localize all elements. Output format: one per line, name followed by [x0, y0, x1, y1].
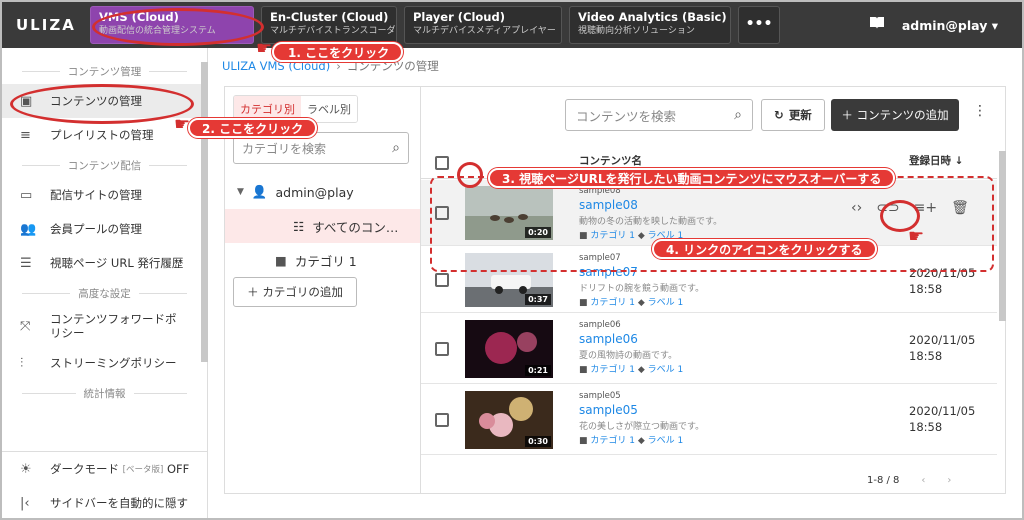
content-list-panel: コンテンツを検索 ⌕ ↻ 更新 ＋ コンテンツの追加 ⋮ コンテンツ名 登録日時 ↓…	[420, 86, 1006, 494]
collapse-icon: |‹	[20, 495, 30, 511]
tag-icon: ◆	[637, 298, 645, 308]
hover-cursor-marker	[457, 162, 483, 188]
add-content-button[interactable]: ＋ コンテンツの追加	[831, 99, 959, 131]
content-title-link[interactable]: sample05	[579, 403, 638, 417]
tree-category-1[interactable]: ■ カテゴリ 1	[225, 243, 421, 277]
refresh-button[interactable]: ↻ 更新	[761, 99, 825, 131]
pointing-hand-icon: ☛	[908, 226, 925, 247]
user-menu[interactable]: admin@play ▾	[892, 18, 1022, 33]
row-checkbox[interactable]	[435, 342, 449, 356]
section-delivery: コンテンツ配信	[2, 152, 207, 178]
uliza-logo: ULIZA	[16, 16, 76, 34]
section-stats: 統計情報	[2, 380, 207, 406]
content-title-link[interactable]: sample06	[579, 332, 638, 346]
tab-player[interactable]: Player (Cloud) マルチデバイスメディアプレイヤー	[404, 6, 562, 44]
tag-icon: ◆	[637, 365, 645, 375]
equalizer-icon: ⫶	[20, 355, 24, 371]
next-page-icon[interactable]: ›	[947, 475, 951, 486]
table-row[interactable]: 0:21 sample06 sample06 夏の風物詩の動画です。 ■ カテゴ…	[421, 314, 997, 384]
tab-video-analytics[interactable]: Video Analytics (Basic) 視聴動向分析ソリューション	[569, 6, 731, 44]
add-category-button[interactable]: ＋ カテゴリの追加	[233, 277, 357, 307]
playlist-icon: ≡	[20, 127, 31, 143]
callout-step-1: 1. ここをクリック	[272, 42, 404, 62]
sidebar-bottom: ☀ ダークモード [ベータ版] OFF |‹ サイドバーを自動的に隠す	[2, 451, 207, 518]
pagination: 1-8 / 8 ‹ ›	[867, 475, 952, 486]
pointing-hand-icon: ☛	[256, 38, 273, 59]
people-icon: 👥	[20, 221, 37, 237]
folder-icon: ■	[579, 365, 588, 375]
sidebar-item-streaming-policy[interactable]: ⫶ ストリーミングポリシー	[2, 346, 207, 380]
history-icon: ☰	[20, 255, 32, 271]
select-all-checkbox[interactable]	[435, 156, 449, 170]
sidebar-item-sites[interactable]: ▭ 配信サイトの管理	[2, 178, 207, 212]
column-name[interactable]: コンテンツ名	[579, 153, 642, 168]
chevron-down-icon: ▾	[991, 17, 998, 33]
prev-page-icon[interactable]: ‹	[921, 475, 925, 486]
video-thumbnail[interactable]: 0:21	[465, 320, 553, 378]
chevron-down-icon: ▼	[237, 187, 244, 197]
callout-step-2: 2. ここをクリック	[188, 118, 318, 138]
more-tabs-button[interactable]: •••	[738, 6, 780, 44]
callout-step-4: 4. リンクのアイコンをクリックする	[652, 239, 877, 259]
sidebar-item-url-history[interactable]: ☰ 視聴ページ URL 発行履歴	[2, 246, 207, 280]
window-icon: ▭	[20, 187, 33, 203]
sidebar-scrollbar[interactable]	[201, 62, 208, 362]
search-icon: ⌕	[734, 107, 742, 123]
content-search-input[interactable]: コンテンツを検索 ⌕	[565, 99, 753, 131]
pointing-hand-icon: ☛	[174, 114, 191, 135]
auto-hide-sidebar[interactable]: |‹ サイドバーを自動的に隠す	[2, 486, 207, 518]
tag-icon: ◆	[637, 436, 645, 446]
highlight-ellipse-vms-tab	[92, 8, 264, 46]
highlight-ellipse-content-nav	[10, 84, 194, 124]
forward-icon: ⤧	[20, 318, 31, 334]
table-row[interactable]: 0:30 sample05 sample05 花の美しさが際立つ動画です。 ■ …	[421, 385, 997, 455]
category-panel: カテゴリ別 ラベル別 カテゴリを検索 ⌕ ▼ 👤 admin@play ☷ すべて…	[224, 86, 421, 494]
list-icon: ☷	[293, 218, 305, 234]
book-icon[interactable]	[862, 16, 892, 34]
sun-icon: ☀	[20, 461, 32, 477]
folder-icon: ■	[579, 436, 588, 446]
tree-all-contents[interactable]: ☷ すべてのコン…	[225, 209, 421, 243]
tree-root[interactable]: ▼ 👤 admin@play	[225, 175, 421, 209]
more-vert-icon[interactable]: ⋮	[973, 103, 987, 119]
list-scrollbar[interactable]	[999, 151, 1006, 321]
callout-step-3: 3. 視聴ページURLを発行したい動画コンテンツにマウスオーバーする	[488, 168, 896, 188]
row-checkbox[interactable]	[435, 273, 449, 287]
tab-en-cluster[interactable]: En-Cluster (Cloud) マルチデバイストランスコーダー	[261, 6, 397, 44]
folder-icon: ■	[579, 298, 588, 308]
sidebar-item-members[interactable]: 👥 会員プールの管理	[2, 212, 207, 246]
person-icon: 👤	[251, 184, 268, 199]
section-content: コンテンツ管理	[2, 58, 207, 84]
sidebar-item-forward-policy[interactable]: ⤧ コンテンツフォワードポ リシー	[2, 306, 207, 346]
app-frame: ULIZA VMS (Cloud) 動画配信の統合管理システム En-Clust…	[0, 0, 1024, 520]
column-date[interactable]: 登録日時 ↓	[909, 153, 963, 168]
folder-icon: ■	[275, 252, 287, 268]
row-checkbox[interactable]	[435, 413, 449, 427]
dark-mode-toggle[interactable]: ☀ ダークモード [ベータ版] OFF	[2, 452, 207, 486]
refresh-icon: ↻	[774, 108, 784, 122]
video-thumbnail[interactable]: 0:30	[465, 391, 553, 449]
section-advanced: 高度な設定	[2, 280, 207, 306]
search-icon: ⌕	[392, 140, 400, 156]
